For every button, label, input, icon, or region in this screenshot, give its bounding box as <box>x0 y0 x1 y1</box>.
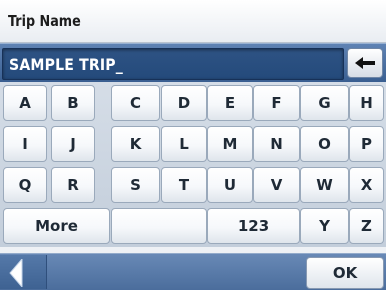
key-h[interactable]: H <box>349 85 384 121</box>
key-g[interactable]: G <box>300 85 349 121</box>
key-f[interactable]: F <box>253 85 300 121</box>
backspace-arrow-icon <box>355 57 375 69</box>
back-arrow-icon <box>9 259 23 287</box>
space-key[interactable] <box>111 208 207 244</box>
key-u[interactable]: U <box>207 167 253 203</box>
key-v[interactable]: V <box>253 167 300 203</box>
page-title: Trip Name <box>8 12 81 30</box>
key-t[interactable]: T <box>161 167 207 203</box>
trip-name-field[interactable]: SAMPLE TRIP_ <box>2 48 344 80</box>
key-d[interactable]: D <box>161 85 207 121</box>
key-b[interactable]: B <box>51 85 95 121</box>
key-j[interactable]: J <box>51 126 95 162</box>
back-button[interactable] <box>0 255 47 289</box>
numbers-button[interactable]: 123 <box>207 208 300 244</box>
key-z[interactable]: Z <box>349 208 384 244</box>
key-q[interactable]: Q <box>3 167 47 203</box>
key-m[interactable]: M <box>207 126 253 162</box>
key-y[interactable]: Y <box>300 208 349 244</box>
header-bar: Trip Name <box>0 0 386 43</box>
trip-name-value: SAMPLE TRIP_ <box>9 55 124 74</box>
key-r[interactable]: R <box>51 167 95 203</box>
key-n[interactable]: N <box>253 126 300 162</box>
entry-bar: SAMPLE TRIP_ <box>0 43 386 83</box>
key-p[interactable]: P <box>349 126 384 162</box>
key-w[interactable]: W <box>300 167 349 203</box>
key-k[interactable]: K <box>111 126 160 162</box>
key-a[interactable]: A <box>3 85 47 121</box>
key-c[interactable]: C <box>111 85 160 121</box>
backspace-button[interactable] <box>347 48 383 78</box>
key-l[interactable]: L <box>161 126 207 162</box>
more-button[interactable]: More <box>3 208 110 244</box>
key-o[interactable]: O <box>300 126 349 162</box>
key-i[interactable]: I <box>3 126 47 162</box>
key-s[interactable]: S <box>111 167 160 203</box>
keyboard: A B C D E F G H I J K L M N O P Q R S T … <box>0 82 386 247</box>
key-e[interactable]: E <box>207 85 253 121</box>
key-x[interactable]: X <box>349 167 384 203</box>
ok-button[interactable]: OK <box>306 257 384 289</box>
